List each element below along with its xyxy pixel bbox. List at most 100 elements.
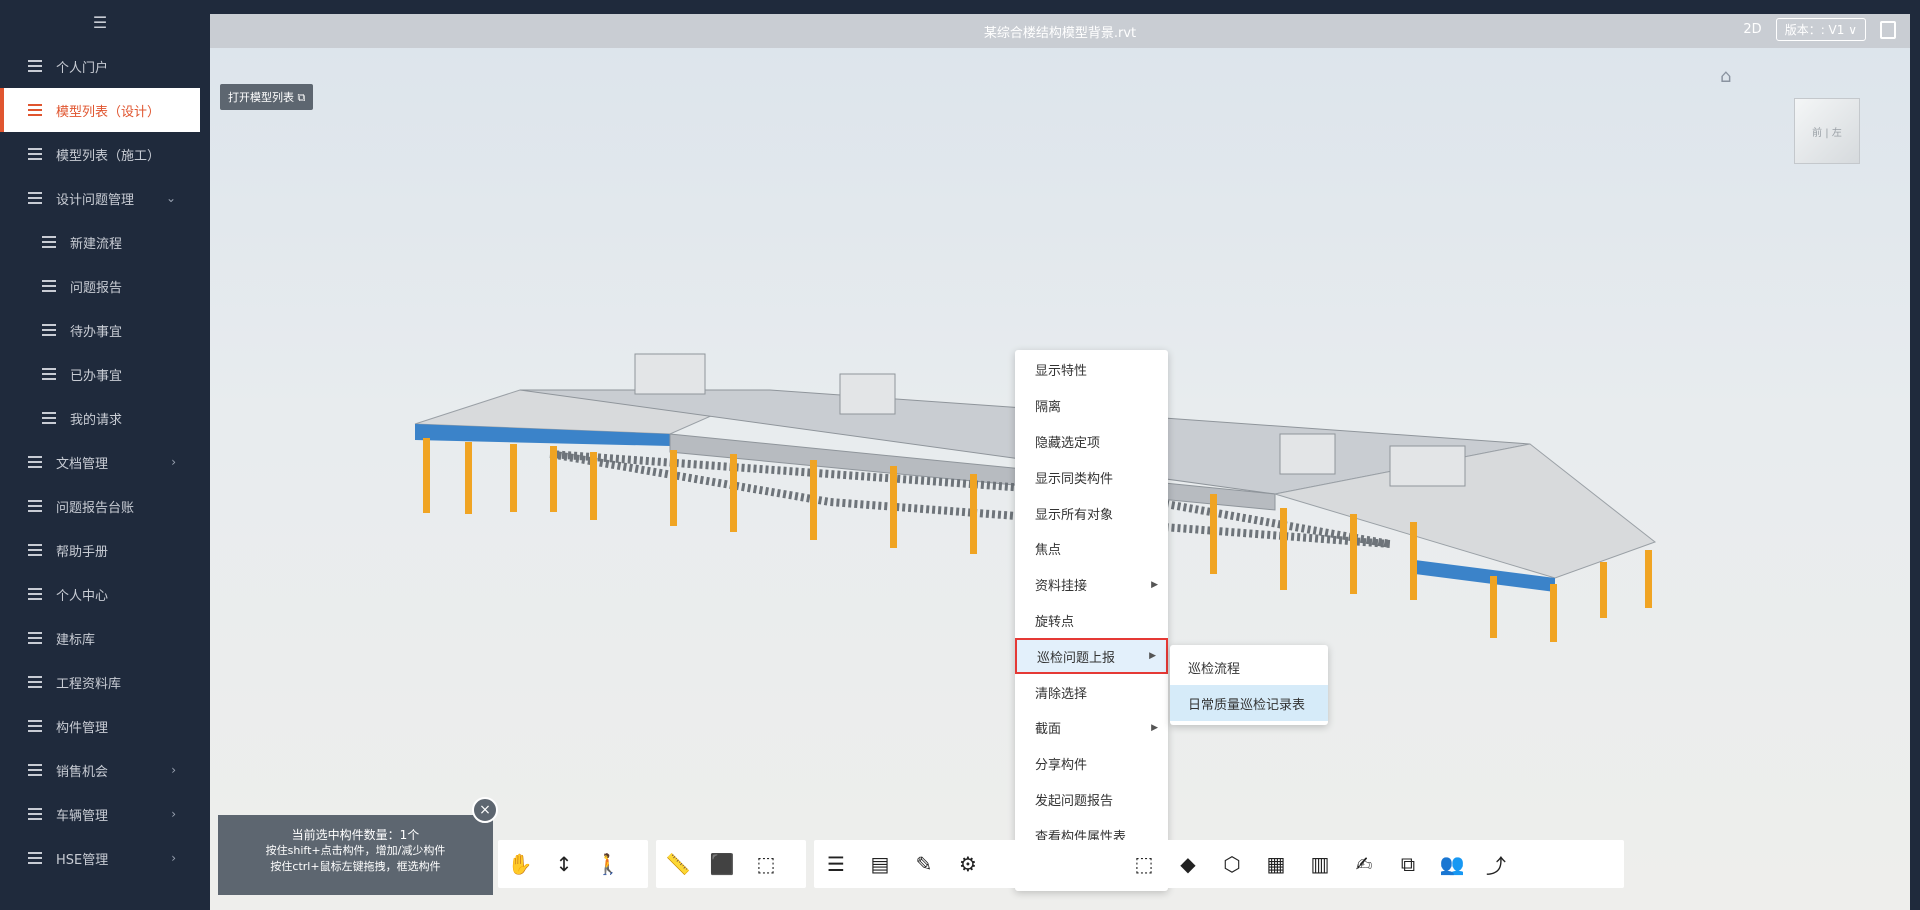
sidebar-item-label: 我的请求 xyxy=(70,412,123,428)
sidebar-item-17[interactable]: 车辆管理 › xyxy=(0,792,200,836)
list-icon xyxy=(28,588,42,600)
context-menu-item[interactable]: 资料挂接 ▶ xyxy=(1015,567,1168,603)
menu-item-label: 清除选择 xyxy=(1035,686,1088,702)
hidden-tool-icon-3[interactable] xyxy=(1078,842,1122,886)
sidebar-item-label: 已办事宜 xyxy=(70,368,123,384)
submenu-item[interactable]: 日常质量巡检记录表 xyxy=(1170,685,1328,721)
shift-hint: 按住shift+点击构件，增加/减少构件 xyxy=(265,844,446,857)
context-submenu: 巡检流程 日常质量巡检记录表 xyxy=(1170,645,1328,725)
list-icon xyxy=(28,852,42,864)
chevron-icon: › xyxy=(171,807,176,821)
list-icon xyxy=(28,544,42,556)
sidebar: ☰ 个人门户模型列表（设计） 模型列表（施工） 设计问题管理 ⌄ 新建流程问题报告 待办事… xyxy=(0,0,200,910)
model-tree-icon[interactable]: ☰ xyxy=(814,842,858,886)
menu-item-label: 发起问题报告 xyxy=(1035,793,1114,809)
chevron-icon: › xyxy=(171,763,176,777)
menu-item-label: 显示所有对象 xyxy=(1035,507,1114,523)
frame-select-icon[interactable]: ⬚ xyxy=(1122,842,1166,886)
hidden-tool-icon-2[interactable] xyxy=(1034,842,1078,886)
hidden-tool-icon-1[interactable] xyxy=(990,842,1034,886)
measure-ruler-icon[interactable]: 📏 xyxy=(656,842,700,886)
menu-item-label: 截面 xyxy=(1035,722,1062,738)
context-menu-item[interactable]: 显示所有对象 xyxy=(1015,495,1168,531)
selection-count: 当前选中构件数量：1个 xyxy=(291,828,420,842)
menu-item-label: 隐藏选定项 xyxy=(1035,435,1101,451)
sidebar-item-label: 模型列表（设计） xyxy=(56,104,161,120)
context-menu-item[interactable]: 分享构件 xyxy=(1015,746,1168,782)
sidebar-item-7[interactable]: 已办事宜 xyxy=(0,352,200,396)
context-menu-item[interactable]: 旋转点 xyxy=(1015,603,1168,639)
list-icon xyxy=(28,192,42,204)
sidebar-item-label: 工程资料库 xyxy=(56,676,122,692)
person-walk-icon[interactable]: 🚶 xyxy=(586,842,630,886)
sidebar-item-18[interactable]: HSE管理 › xyxy=(0,836,200,880)
sidebar-item-label: 文档管理 xyxy=(56,456,109,472)
sidebar-item-4[interactable]: 新建流程 xyxy=(0,220,200,264)
sidebar-item-15[interactable]: 构件管理 xyxy=(0,704,200,748)
list-icon xyxy=(28,500,42,512)
vertical-move-icon[interactable]: ↕ xyxy=(542,842,586,886)
sidebar-item-label: 设计问题管理 xyxy=(56,192,135,208)
context-menu-item[interactable]: 隔离 xyxy=(1015,388,1168,424)
sidebar-item-10[interactable]: 问题报告台账 xyxy=(0,484,200,528)
sidebar-item-13[interactable]: 建标库 xyxy=(0,616,200,660)
selection-info-panel: 当前选中构件数量：1个 按住shift+点击构件，增加/减少构件 按住ctrl+… xyxy=(218,815,493,895)
close-icon[interactable]: × xyxy=(472,797,498,823)
menu-item-label: 显示特性 xyxy=(1035,364,1088,380)
sidebar-item-8[interactable]: 我的请求 xyxy=(0,396,200,440)
copy-icon[interactable]: ⧉ xyxy=(1386,842,1430,886)
submenu-arrow-icon: ▶ xyxy=(1149,651,1156,662)
sidebar-item-label: 销售机会 xyxy=(56,764,109,780)
sidebar-item-label: 个人门户 xyxy=(56,60,109,76)
context-menu-item[interactable]: 清除选择 xyxy=(1015,674,1168,710)
list-icon xyxy=(42,412,56,424)
section-box-icon[interactable]: ⬛ xyxy=(700,842,744,886)
sidebar-item-label: 构件管理 xyxy=(56,720,109,736)
sidebar-item-6[interactable]: 待办事宜 xyxy=(0,308,200,352)
sidebar-item-1[interactable]: 模型列表（设计） xyxy=(0,88,200,132)
rooftop-unit xyxy=(1389,445,1466,487)
list-icon xyxy=(42,236,56,248)
component-cube-icon[interactable]: ⬡ xyxy=(1210,842,1254,886)
sidebar-item-11[interactable]: 帮助手册 xyxy=(0,528,200,572)
sidebar-item-3[interactable]: 设计问题管理 ⌄ xyxy=(0,176,200,220)
list-icon xyxy=(28,60,42,72)
pan-hand-icon[interactable]: ✋ xyxy=(498,842,542,886)
sidebar-item-label: 个人中心 xyxy=(56,588,109,604)
sidebar-item-0[interactable]: 个人门户 xyxy=(0,44,200,88)
submenu-item[interactable]: 巡检流程 xyxy=(1170,649,1328,685)
sidebar-item-5[interactable]: 问题报告 xyxy=(0,264,200,308)
context-menu-item[interactable]: 显示同类构件 xyxy=(1015,459,1168,495)
context-menu-item[interactable]: 隐藏选定项 xyxy=(1015,424,1168,460)
report-icon[interactable]: ▥ xyxy=(1298,842,1342,886)
context-menu-item[interactable]: 截面 ▶ xyxy=(1015,710,1168,746)
sidebar-item-label: 建标库 xyxy=(56,632,96,648)
signature-icon[interactable]: ✍ xyxy=(1342,842,1386,886)
list-icon xyxy=(28,632,42,644)
annotation-edit-icon[interactable]: ✎ xyxy=(902,842,946,886)
document-icon[interactable]: ▦ xyxy=(1254,842,1298,886)
users-group-icon[interactable]: 👥 xyxy=(1430,842,1474,886)
sidebar-item-label: 模型列表（施工） xyxy=(56,148,161,164)
properties-list-icon[interactable]: ▤ xyxy=(858,842,902,886)
context-menu-item[interactable]: 显示特性 xyxy=(1015,352,1168,388)
share-icon[interactable]: ⤴ xyxy=(1474,842,1518,886)
explode-cube-icon[interactable]: ⬚ xyxy=(744,842,788,886)
settings-gear-icon[interactable]: ⚙ xyxy=(946,842,990,886)
sidebar-item-16[interactable]: 销售机会 › xyxy=(0,748,200,792)
sidebar-item-2[interactable]: 模型列表（施工） xyxy=(0,132,200,176)
chevron-icon: ⌄ xyxy=(165,191,176,205)
list-icon xyxy=(28,764,42,776)
sidebar-item-9[interactable]: 文档管理 › xyxy=(0,440,200,484)
chevron-icon: › xyxy=(171,851,176,865)
menu-fold-icon[interactable]: ☰ xyxy=(0,0,200,44)
sidebar-item-14[interactable]: 工程资料库 xyxy=(0,660,200,704)
sidebar-item-12[interactable]: 个人中心 xyxy=(0,572,200,616)
sidebar-item-label: 帮助手册 xyxy=(56,544,109,560)
context-menu-item[interactable]: 巡检问题上报 ▶ xyxy=(1015,638,1168,675)
list-icon xyxy=(28,148,42,160)
sidebar-item-label: 新建流程 xyxy=(70,236,123,252)
context-menu-item[interactable]: 发起问题报告 xyxy=(1015,782,1168,818)
paint-bucket-icon[interactable]: ◆ xyxy=(1166,842,1210,886)
context-menu-item[interactable]: 焦点 xyxy=(1015,531,1168,567)
